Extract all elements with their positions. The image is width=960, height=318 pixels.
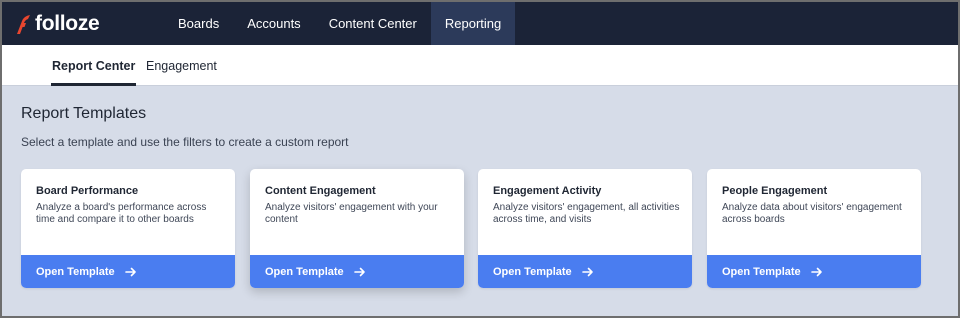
open-template-label: Open Template [493,265,572,278]
arrow-right-icon [581,267,593,276]
card-title: Engagement Activity [493,185,602,197]
open-template-button[interactable]: Open Template [478,255,692,288]
template-card-content-engagement: Content Engagement Analyze visitors' eng… [250,169,464,288]
card-title: Content Engagement [265,185,376,197]
tab-report-center[interactable]: Report Center [50,45,137,86]
brand-name: folloze [35,12,100,35]
arrow-right-icon [353,267,365,276]
app-frame: folloze Boards Accounts Content Center R… [2,2,958,316]
open-template-button[interactable]: Open Template [250,255,464,288]
template-card-engagement-activity: Engagement Activity Analyze visitors' en… [478,169,692,288]
sub-navbar: Report Center Engagement [2,45,958,86]
open-template-button[interactable]: Open Template [707,255,921,288]
page-title: Report Templates [21,105,147,122]
card-title: Board Performance [36,185,139,197]
page-subtitle: Select a template and use the filters to… [21,135,349,149]
open-template-label: Open Template [265,265,344,278]
top-navbar: folloze Boards Accounts Content Center R… [2,2,958,45]
card-description: Analyze visitors' engagement, all activi… [493,202,680,225]
nav-item-content-center[interactable]: Content Center [315,2,431,45]
template-card-board-performance: Board Performance Analyze a board's perf… [21,169,235,288]
main-nav: Boards Accounts Content Center Reporting [164,2,516,45]
card-title: People Engagement [722,185,828,197]
tab-engagement[interactable]: Engagement [146,45,217,86]
open-template-button[interactable]: Open Template [21,255,235,288]
nav-item-accounts[interactable]: Accounts [233,2,314,45]
template-card-people-engagement: People Engagement Analyze data about vis… [707,169,921,288]
folloze-mark-icon [17,15,30,34]
card-description: Analyze data about visitors' engagement … [722,202,902,225]
brand-logo[interactable]: folloze [14,10,100,38]
open-template-label: Open Template [722,265,801,278]
nav-item-reporting[interactable]: Reporting [430,2,516,45]
card-description: Analyze a board's performance across tim… [36,202,207,225]
card-description: Analyze visitors' engagement with your c… [265,202,438,225]
arrow-right-icon [810,267,822,276]
open-template-label: Open Template [36,265,115,278]
nav-item-boards[interactable]: Boards [164,2,233,45]
arrow-right-icon [124,267,136,276]
